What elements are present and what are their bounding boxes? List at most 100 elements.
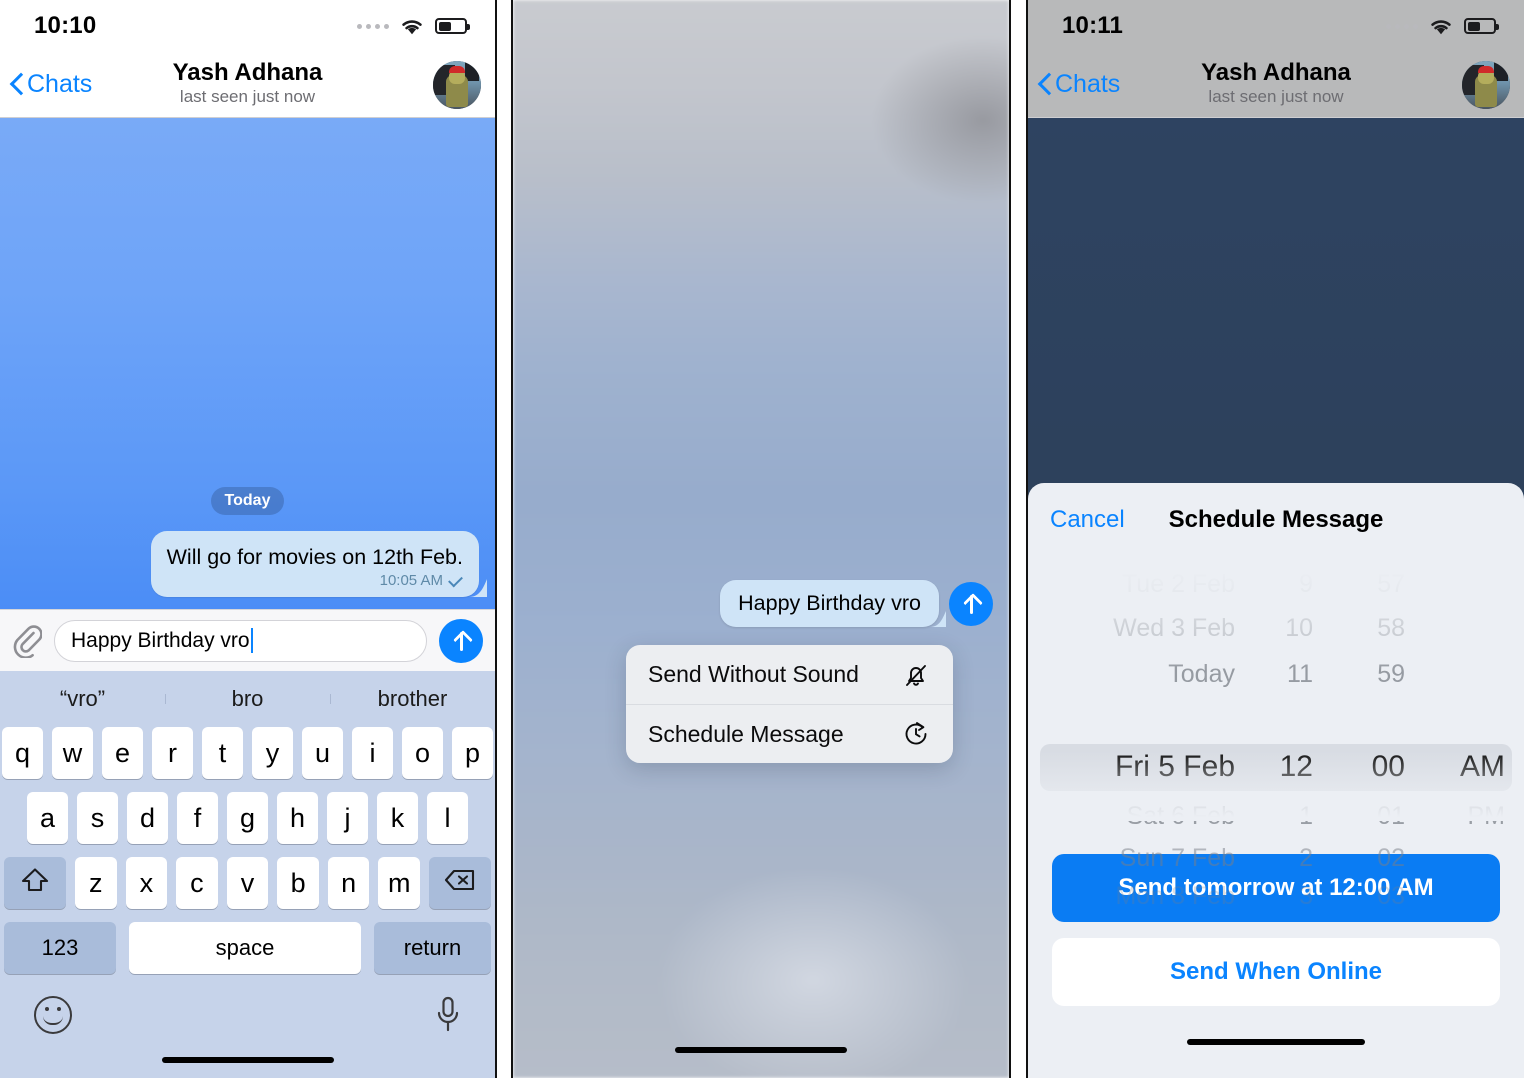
picker-row[interactable]: Wed 3 Feb 10 58 [1028, 609, 1524, 648]
picker-row-selected[interactable]: Fri 5 Feb 12 00 AM [1028, 742, 1524, 792]
nav-bar: Chats Yash Adhana last seen just now [0, 52, 495, 118]
key-w[interactable]: w [52, 727, 93, 779]
back-to-chats-button[interactable]: Chats [1038, 70, 1120, 99]
day-divider: Today [210, 486, 285, 515]
picker-date: Tue 2 Feb [1121, 570, 1235, 598]
return-key[interactable]: return [374, 922, 491, 974]
contact-avatar[interactable] [1462, 60, 1510, 109]
keyboard-row-2: a s d f g h j k l [0, 792, 495, 844]
key-a[interactable]: a [27, 792, 68, 844]
send-when-online-button[interactable]: Send When Online [1052, 938, 1500, 1006]
on-screen-keyboard: “vro” bro brother q w e r t y u i o p a … [0, 671, 495, 1078]
picker-row[interactable]: Sat 6 Feb 1 01 PM [1028, 797, 1524, 836]
key-r[interactable]: r [152, 727, 193, 779]
message-input[interactable]: Happy Birthday vro [54, 619, 427, 662]
pending-message-bubble[interactable]: Happy Birthday vro [720, 580, 939, 627]
contact-avatar[interactable] [433, 60, 481, 109]
battery-icon [1464, 18, 1499, 34]
picker-row[interactable]: Sun 7 Feb 2 02 [1028, 839, 1524, 878]
key-y[interactable]: y [252, 727, 293, 779]
back-label: Chats [1055, 70, 1121, 98]
key-z[interactable]: z [74, 857, 117, 909]
send-button[interactable] [949, 581, 993, 626]
key-c[interactable]: c [176, 857, 218, 909]
status-bar: 10:10 [0, 0, 495, 52]
picker-row[interactable]: Tue 2 Feb 9 57 [1028, 565, 1524, 604]
home-indicator[interactable] [513, 1036, 1009, 1064]
sheet-header: Cancel Schedule Message [1028, 483, 1524, 557]
key-e[interactable]: e [102, 727, 143, 779]
key-l[interactable]: l [427, 792, 468, 844]
pending-message-row: Happy Birthday vro [720, 580, 993, 627]
key-s[interactable]: s [77, 792, 118, 844]
key-o[interactable]: o [402, 727, 443, 779]
picker-rows: Tue 2 Feb 9 57 Wed 3 Feb 10 58 Today 11 [1028, 561, 1524, 910]
picker-minute-selected: 00 [1371, 750, 1405, 783]
message-meta: 10:05 AM [167, 572, 463, 589]
key-i[interactable]: i [352, 727, 393, 779]
picker-minute: 03 [1377, 882, 1405, 910]
key-v[interactable]: v [226, 857, 269, 909]
key-q[interactable]: q [2, 727, 43, 779]
picker-row[interactable]: Mon 8 Feb 3 03 [1028, 877, 1524, 916]
datetime-picker[interactable]: Tue 2 Feb 9 57 Wed 3 Feb 10 58 Today 11 [1028, 561, 1524, 910]
send-options-overlay: Happy Birthday vro Send Without Sound Sc… [513, 0, 1009, 1078]
picker-date: Sun 7 Feb [1119, 844, 1235, 872]
picker-hour-selected: 12 [1279, 750, 1313, 783]
send-options-menu: Send Without Sound Schedule Message [626, 645, 953, 763]
back-to-chats-button[interactable]: Chats [10, 70, 92, 99]
wifi-icon [399, 17, 425, 36]
status-indicators [357, 17, 470, 36]
numeric-key[interactable]: 123 [4, 922, 116, 974]
key-b[interactable]: b [277, 857, 319, 909]
key-g[interactable]: g [227, 792, 268, 844]
picker-minute: 57 [1377, 570, 1405, 598]
key-d[interactable]: d [127, 792, 168, 844]
prediction-1[interactable]: bro [165, 686, 330, 712]
prediction-2[interactable]: brother [330, 686, 495, 712]
picker-hour: 9 [1299, 570, 1313, 598]
outgoing-message-bubble[interactable]: Will go for movies on 12th Feb. 10:05 AM [150, 530, 479, 597]
prediction-bar: “vro” bro brother [0, 671, 495, 727]
status-bar: 10:11 [1028, 0, 1524, 52]
paperclip-icon[interactable] [12, 624, 42, 658]
home-indicator[interactable] [1028, 1006, 1524, 1078]
key-t[interactable]: t [202, 727, 243, 779]
message-text: Will go for movies on 12th Feb. [166, 544, 463, 569]
shift-icon [20, 866, 50, 901]
menu-item-send-without-sound[interactable]: Send Without Sound [626, 645, 953, 704]
key-u[interactable]: u [302, 727, 343, 779]
menu-item-schedule-message[interactable]: Schedule Message [626, 704, 953, 763]
backspace-key[interactable] [429, 857, 492, 909]
key-h[interactable]: h [277, 792, 318, 844]
status-time: 10:10 [34, 12, 97, 39]
microphone-icon[interactable] [435, 996, 461, 1034]
message-list: Today Will go for movies on 12th Feb. 10… [0, 486, 495, 597]
send-arrow-icon [451, 630, 471, 652]
key-f[interactable]: f [177, 792, 218, 844]
key-m[interactable]: m [378, 857, 421, 909]
picker-date-selected: Fri 5 Feb [1114, 750, 1235, 783]
schedule-message-sheet: Cancel Schedule Message Tue 2 Feb 9 57 W… [1028, 483, 1524, 1078]
key-k[interactable]: k [377, 792, 418, 844]
key-p[interactable]: p [452, 727, 493, 779]
send-button[interactable] [439, 618, 483, 663]
key-j[interactable]: j [327, 792, 368, 844]
prediction-0[interactable]: “vro” [0, 686, 165, 712]
three-panel-screenshot: 10:10 Chats Yash Adhana last seen just n… [0, 0, 1524, 1078]
picker-hour: 10 [1285, 614, 1313, 642]
battery-icon [435, 18, 470, 34]
home-indicator[interactable] [0, 1046, 495, 1074]
picker-ampm: PM [1467, 802, 1506, 830]
cancel-button[interactable]: Cancel [1050, 506, 1125, 534]
message-input-value: Happy Birthday vro [71, 628, 250, 652]
picker-hour: 1 [1299, 802, 1313, 830]
picker-row[interactable]: Today 11 59 [1028, 655, 1524, 694]
emoji-icon[interactable] [34, 996, 72, 1034]
shift-key[interactable] [3, 857, 66, 909]
key-x[interactable]: x [125, 857, 168, 909]
message-time: 10:05 AM [379, 572, 443, 589]
space-key[interactable]: space [129, 922, 361, 974]
key-n[interactable]: n [327, 857, 370, 909]
text-caret [250, 628, 253, 653]
